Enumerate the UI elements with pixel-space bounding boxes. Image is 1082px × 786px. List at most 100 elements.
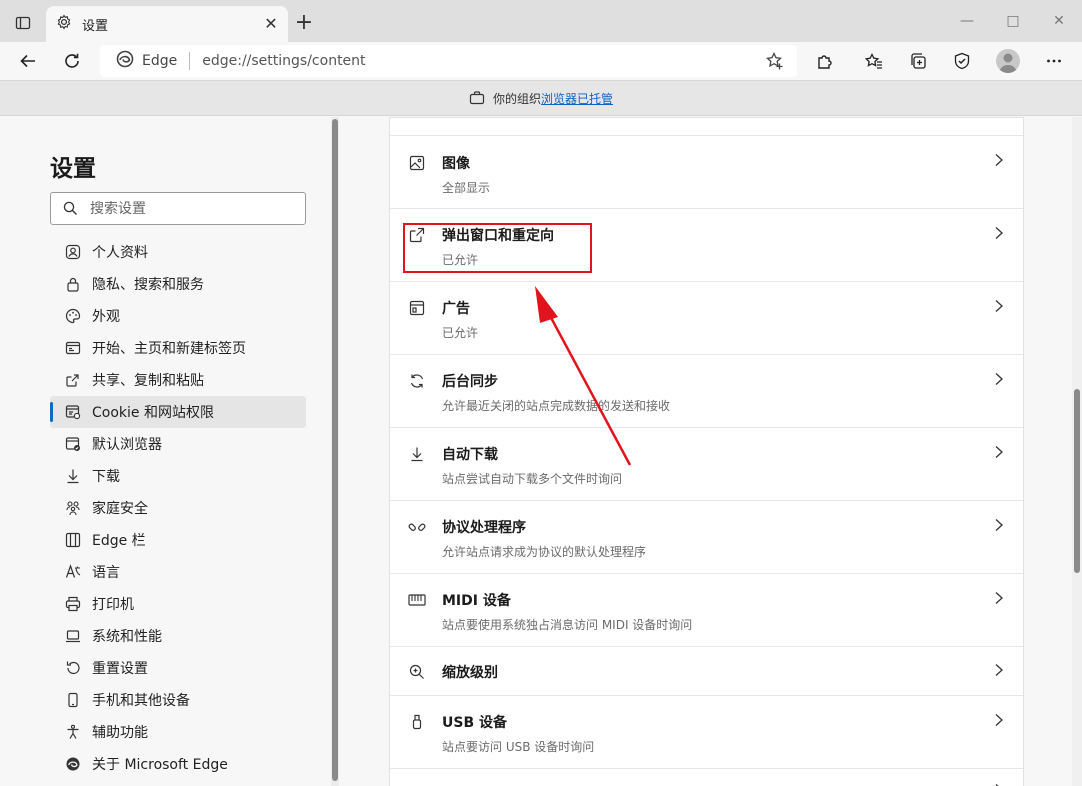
permission-row-zoom-levels[interactable]: 缩放级别	[390, 647, 1023, 696]
tab-title: 设置	[82, 18, 109, 34]
url-text[interactable]: edge://settings/content	[202, 53, 365, 69]
sidebar-item-reset[interactable]: 重置设置	[50, 652, 306, 684]
protocol-icon	[408, 518, 426, 536]
sync-icon	[408, 372, 426, 390]
edge-logo-icon	[116, 50, 134, 72]
printer-icon	[64, 595, 82, 613]
sidebar-item-phone-devices[interactable]: 手机和其他设备	[50, 684, 306, 716]
newtab-icon	[64, 339, 82, 357]
sidebar-item-share-copy[interactable]: 共享、复制和粘贴	[50, 364, 306, 396]
chevron-right-icon	[995, 154, 1003, 166]
permission-row-protocol-handlers[interactable]: 协议处理程序 允许站点请求成为协议的默认处理程序	[390, 501, 1023, 574]
search-input[interactable]	[90, 200, 280, 217]
new-tab-button[interactable]: +	[292, 12, 316, 36]
extensions-icon[interactable]	[812, 48, 838, 74]
close-window-button[interactable]: ✕	[1048, 10, 1070, 32]
permission-title: 后台同步	[442, 374, 498, 390]
sidebar-item-start-home[interactable]: 开始、主页和新建标签页	[50, 332, 306, 364]
permission-row-usb[interactable]: USB 设备 站点要访问 USB 设备时询问	[390, 696, 1023, 769]
more-options-icon[interactable]	[1041, 48, 1067, 74]
chevron-right-icon	[995, 446, 1003, 458]
permission-status: 允许站点请求成为协议的默认处理程序	[442, 545, 647, 559]
sidebar-item-label: 辅助功能	[92, 725, 148, 741]
sidebar-item-label: 默认浏览器	[92, 437, 162, 453]
permission-status: 允许最近关闭的站点完成数据的发送和接收	[442, 399, 671, 413]
browser-essentials-icon[interactable]	[949, 48, 975, 74]
permission-status: 全部显示	[442, 181, 491, 195]
sidebar-item-label: 语言	[92, 565, 120, 581]
refresh-button[interactable]	[59, 48, 85, 74]
sidebar-item-default-browser[interactable]: 默认浏览器	[50, 428, 306, 460]
settings-sidebar: 设置 个人资料 隐私、搜索和服务 外观 开始、主页和新建标签页 共享、复制和粘贴	[0, 117, 340, 786]
collections-icon[interactable]	[905, 48, 931, 74]
sidebar-item-family-safety[interactable]: 家庭安全	[50, 492, 306, 524]
sidebar-item-label: Cookie 和网站权限	[92, 405, 214, 421]
sidebar-item-privacy[interactable]: 隐私、搜索和服务	[50, 268, 306, 300]
permission-row-background-sync[interactable]: 后台同步 允许最近关闭的站点完成数据的发送和接收	[390, 355, 1023, 428]
content-scrollbar[interactable]	[1072, 117, 1082, 786]
tab-close-button[interactable]: ✕	[262, 15, 280, 33]
sidebar-item-printers[interactable]: 打印机	[50, 588, 306, 620]
midi-icon	[408, 591, 426, 609]
sidebar-item-label: 系统和性能	[92, 629, 162, 645]
restore-button[interactable]: □	[1002, 10, 1024, 32]
permission-title: 图像	[442, 156, 470, 172]
default-browser-icon	[64, 435, 82, 453]
sidebar-scrollbar-thumb[interactable]	[332, 119, 338, 781]
managed-banner: 你的组织 浏览器已托管	[0, 80, 1082, 116]
back-button[interactable]	[15, 48, 41, 74]
download-icon	[64, 467, 82, 485]
sidebar-item-appearance[interactable]: 外观	[50, 300, 306, 332]
permission-row-images[interactable]: 图像 全部显示	[390, 136, 1023, 209]
minimize-button[interactable]: —	[956, 10, 978, 32]
partially-visible-row[interactable]	[390, 118, 1023, 136]
sidebar-item-languages[interactable]: 语言	[50, 556, 306, 588]
edge-logo-icon	[64, 755, 82, 773]
managed-banner-text: 你的组织	[492, 91, 541, 106]
sidebar-item-accessibility[interactable]: 辅助功能	[50, 716, 306, 748]
search-icon	[63, 201, 78, 216]
sidebar-item-label: 个人资料	[92, 245, 148, 261]
reset-icon	[64, 659, 82, 677]
content-scrollbar-thumb[interactable]	[1074, 389, 1080, 573]
address-bar[interactable]: Edge edge://settings/content	[100, 45, 797, 77]
site-permissions-icon	[64, 403, 82, 421]
sidebar-item-label: 隐私、搜索和服务	[92, 277, 204, 293]
site-identity-label: Edge	[142, 53, 178, 69]
chevron-right-icon	[995, 227, 1003, 239]
permission-row-ads[interactable]: 广告 已允许	[390, 282, 1023, 355]
profile-icon	[64, 243, 82, 261]
permission-title: 广告	[442, 301, 470, 317]
sidebar-scrollbar[interactable]	[331, 117, 339, 786]
sidebar-item-system[interactable]: 系统和性能	[50, 620, 306, 652]
sidebar-item-profile[interactable]: 个人资料	[50, 236, 306, 268]
phone-icon	[64, 691, 82, 709]
chevron-right-icon	[995, 519, 1003, 531]
sidebar-item-label: 开始、主页和新建标签页	[92, 341, 246, 357]
permission-title: 协议处理程序	[442, 520, 526, 536]
tab-settings[interactable]: 设置 ✕	[46, 6, 288, 42]
permission-row-midi[interactable]: MIDI 设备 站点要使用系统独占消息访问 MIDI 设备时询问	[390, 574, 1023, 647]
sidebar-item-label: 家庭安全	[92, 501, 148, 517]
tab-actions-icon[interactable]	[10, 10, 36, 36]
sidebar-item-about[interactable]: 关于 Microsoft Edge	[50, 748, 306, 780]
permission-status: 站点要访问 USB 设备时询问	[442, 740, 595, 754]
toolbar: Edge edge://settings/content	[0, 42, 1082, 80]
sidebar-item-edge-bar[interactable]: Edge 栏	[50, 524, 306, 556]
favorites-icon[interactable]	[861, 48, 887, 74]
settings-search-box[interactable]	[50, 192, 306, 225]
sidebar-item-cookies-permissions[interactable]: Cookie 和网站权限	[50, 396, 306, 428]
managed-banner-link[interactable]: 浏览器已托管	[541, 90, 613, 107]
sidebar-item-label: 下载	[92, 469, 120, 485]
chevron-right-icon	[995, 664, 1003, 676]
sidebar-item-label: 重置设置	[92, 661, 148, 677]
profile-avatar[interactable]	[996, 49, 1020, 73]
refresh-icon	[65, 53, 79, 68]
partially-visible-row[interactable]	[390, 769, 1023, 786]
back-arrow-icon	[20, 54, 35, 68]
language-icon	[64, 563, 82, 581]
sidebar-item-downloads[interactable]: 下载	[50, 460, 306, 492]
add-favorite-icon[interactable]	[765, 51, 785, 71]
address-divider	[189, 52, 191, 70]
permission-row-auto-downloads[interactable]: 自动下载 站点尝试自动下载多个文件时询问	[390, 428, 1023, 501]
